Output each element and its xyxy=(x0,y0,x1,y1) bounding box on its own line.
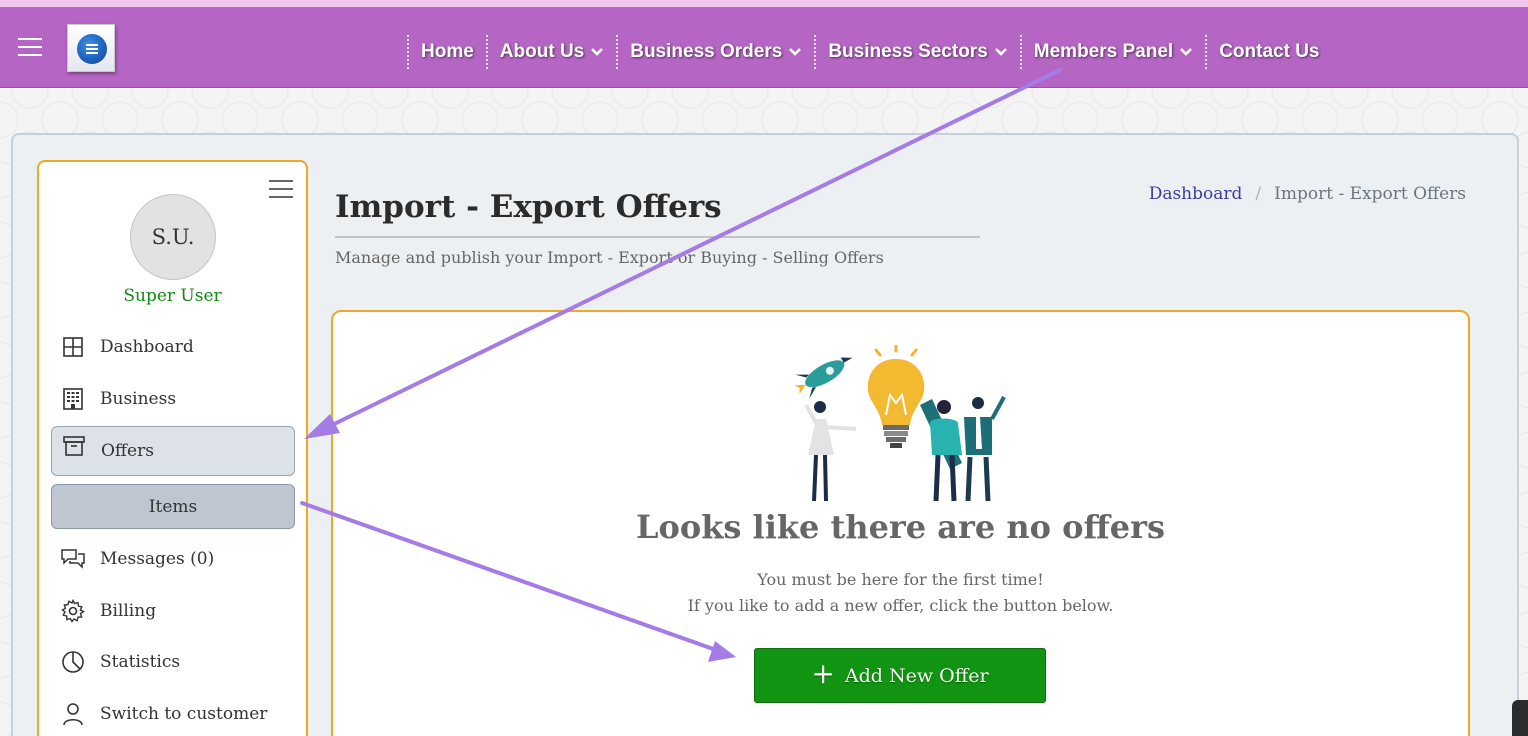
sidebar-item-switch-to-customer[interactable]: Switch to customer xyxy=(51,689,295,736)
archive-box-icon xyxy=(63,436,85,456)
top-accent-line xyxy=(0,0,1528,7)
title-divider xyxy=(335,236,980,238)
sidebar-toggle-icon[interactable] xyxy=(269,180,293,198)
add-new-offer-button[interactable]: + Add New Offer xyxy=(754,648,1046,703)
sidebar-item-dashboard[interactable]: Dashboard xyxy=(51,322,295,372)
breadcrumb-dashboard-link[interactable]: Dashboard xyxy=(1149,184,1243,204)
sidebar-item-offers[interactable]: Offers xyxy=(51,426,295,476)
nav-members-panel[interactable]: Members Panel xyxy=(1019,35,1205,69)
empty-state-message: You must be here for the first time! xyxy=(757,570,1044,589)
empty-state-title: Looks like there are no offers xyxy=(636,508,1165,546)
chevron-down-icon xyxy=(1180,48,1193,56)
gear-icon xyxy=(61,599,85,623)
breadcrumb: Dashboard / Import - Export Offers xyxy=(1149,184,1466,204)
main-nav: Home About Us Business Orders Business S… xyxy=(407,31,1331,73)
plus-icon: + xyxy=(811,656,835,690)
user-icon xyxy=(63,703,83,726)
chevron-down-icon xyxy=(994,48,1007,56)
nav-business-orders[interactable]: Business Orders xyxy=(616,35,814,69)
sidebar-item-statistics[interactable]: Statistics xyxy=(51,637,295,687)
sidebar-item-billing[interactable]: Billing xyxy=(51,586,295,636)
startup-team-illustration xyxy=(794,345,1006,502)
grid-icon xyxy=(63,337,83,357)
sidebar: S.U. Super User Dashboard Business Offer… xyxy=(37,160,308,736)
page-subtitle: Manage and publish your Import - Export … xyxy=(335,248,884,267)
nav-contact-us[interactable]: Contact Us xyxy=(1205,35,1331,69)
sidebar-item-items[interactable]: Items xyxy=(51,484,295,529)
sidebar-item-messages[interactable]: Messages (0) xyxy=(51,534,295,584)
hamburger-menu-icon[interactable] xyxy=(18,38,42,56)
empty-state-instruction: If you like to add a new offer, click th… xyxy=(687,596,1114,615)
chevron-down-icon xyxy=(789,48,802,56)
sidebar-item-business[interactable]: Business xyxy=(51,374,295,424)
breadcrumb-current: Import - Export Offers xyxy=(1274,184,1466,204)
nav-home[interactable]: Home xyxy=(407,35,486,69)
list-icon xyxy=(77,34,107,64)
page-title: Import - Export Offers xyxy=(335,189,722,225)
nav-about-us[interactable]: About Us xyxy=(485,35,616,69)
username: Super User xyxy=(123,286,222,306)
top-navbar: Home About Us Business Orders Business S… xyxy=(0,7,1528,88)
building-icon xyxy=(63,388,83,410)
floating-side-tab[interactable] xyxy=(1512,700,1528,736)
pie-chart-icon xyxy=(62,651,84,673)
chat-icon xyxy=(61,549,85,569)
nav-business-sectors[interactable]: Business Sectors xyxy=(814,35,1019,69)
breadcrumb-separator: / xyxy=(1255,184,1262,204)
site-logo[interactable] xyxy=(67,24,115,72)
avatar: S.U. xyxy=(130,194,216,280)
chevron-down-icon xyxy=(591,48,604,56)
